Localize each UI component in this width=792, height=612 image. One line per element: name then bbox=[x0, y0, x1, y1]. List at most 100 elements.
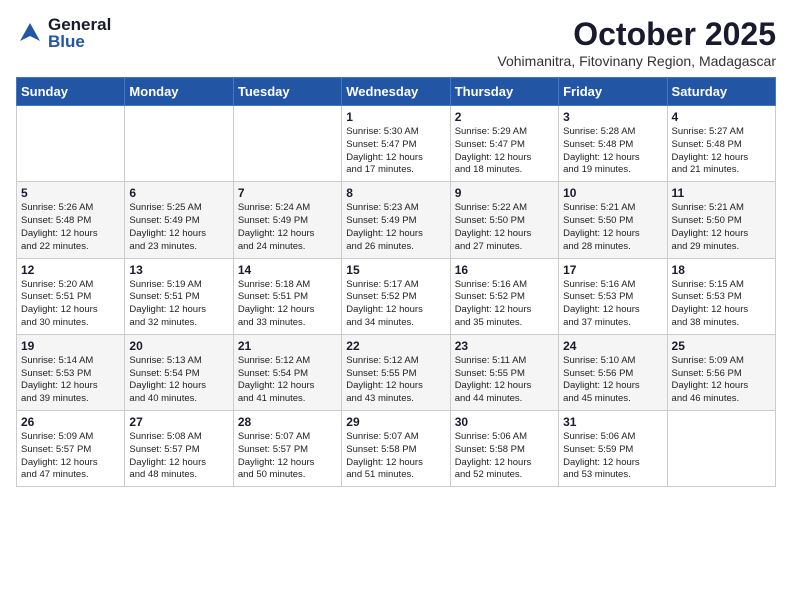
weekday-header-wednesday: Wednesday bbox=[342, 78, 450, 106]
day-info: Sunrise: 5:19 AM Sunset: 5:51 PM Dayligh… bbox=[129, 279, 228, 330]
day-info: Sunrise: 5:06 AM Sunset: 5:59 PM Dayligh… bbox=[563, 431, 662, 482]
day-number: 13 bbox=[129, 263, 228, 277]
day-info: Sunrise: 5:24 AM Sunset: 5:49 PM Dayligh… bbox=[238, 202, 337, 253]
weekday-header-friday: Friday bbox=[559, 78, 667, 106]
logo-general: General bbox=[48, 16, 111, 33]
day-number: 18 bbox=[672, 263, 771, 277]
weekday-header-sunday: Sunday bbox=[17, 78, 125, 106]
week-row-5: 26Sunrise: 5:09 AM Sunset: 5:57 PM Dayli… bbox=[17, 411, 776, 487]
day-info: Sunrise: 5:21 AM Sunset: 5:50 PM Dayligh… bbox=[563, 202, 662, 253]
day-info: Sunrise: 5:09 AM Sunset: 5:56 PM Dayligh… bbox=[672, 355, 771, 406]
day-info: Sunrise: 5:20 AM Sunset: 5:51 PM Dayligh… bbox=[21, 279, 120, 330]
day-number: 31 bbox=[563, 415, 662, 429]
day-number: 10 bbox=[563, 186, 662, 200]
day-info: Sunrise: 5:10 AM Sunset: 5:56 PM Dayligh… bbox=[563, 355, 662, 406]
day-cell: 12 Sunrise: 5:20 AM Sunset: 5:51 PM Dayli… bbox=[17, 258, 125, 334]
day-number: 2 bbox=[455, 110, 554, 124]
week-row-2: 5 Sunrise: 5:26 AM Sunset: 5:48 PM Daylig… bbox=[17, 182, 776, 258]
day-number: 28 bbox=[238, 415, 337, 429]
day-cell: 20 Sunrise: 5:13 AM Sunset: 5:54 PM Dayli… bbox=[125, 334, 233, 410]
day-info: Sunrise: 5:29 AM Sunset: 5:47 PM Dayligh… bbox=[455, 126, 554, 177]
day-info: Sunrise: 5:06 AM Sunset: 5:58 PM Dayligh… bbox=[455, 431, 554, 482]
day-number: 20 bbox=[129, 339, 228, 353]
day-info: Sunrise: 5:14 AM Sunset: 5:53 PM Dayligh… bbox=[21, 355, 120, 406]
day-cell bbox=[233, 106, 341, 182]
day-cell: 15 Sunrise: 5:17 AM Sunset: 5:52 PM Dayli… bbox=[342, 258, 450, 334]
day-info: Sunrise: 5:11 AM Sunset: 5:55 PM Dayligh… bbox=[455, 355, 554, 406]
day-number: 12 bbox=[21, 263, 120, 277]
day-info: Sunrise: 5:17 AM Sunset: 5:52 PM Dayligh… bbox=[346, 279, 445, 330]
day-cell: 22 Sunrise: 5:12 AM Sunset: 5:55 PM Dayli… bbox=[342, 334, 450, 410]
day-cell: 17Sunrise: 5:16 AM Sunset: 5:53 PM Dayli… bbox=[559, 258, 667, 334]
day-info: Sunrise: 5:23 AM Sunset: 5:49 PM Dayligh… bbox=[346, 202, 445, 253]
day-number: 30 bbox=[455, 415, 554, 429]
day-cell: 4Sunrise: 5:27 AM Sunset: 5:48 PM Daylig… bbox=[667, 106, 775, 182]
day-cell: 10 Sunrise: 5:21 AM Sunset: 5:50 PM Dayli… bbox=[559, 182, 667, 258]
day-info: Sunrise: 5:26 AM Sunset: 5:48 PM Dayligh… bbox=[21, 202, 120, 253]
day-cell: 6 Sunrise: 5:25 AM Sunset: 5:49 PM Daylig… bbox=[125, 182, 233, 258]
day-cell: 28Sunrise: 5:07 AM Sunset: 5:57 PM Dayli… bbox=[233, 411, 341, 487]
day-number: 17 bbox=[563, 263, 662, 277]
day-info: Sunrise: 5:12 AM Sunset: 5:55 PM Dayligh… bbox=[346, 355, 445, 406]
day-number: 19 bbox=[21, 339, 120, 353]
day-number: 15 bbox=[346, 263, 445, 277]
day-number: 9 bbox=[455, 186, 554, 200]
logo-blue: Blue bbox=[48, 33, 111, 50]
day-number: 5 bbox=[21, 186, 120, 200]
day-info: Sunrise: 5:28 AM Sunset: 5:48 PM Dayligh… bbox=[563, 126, 662, 177]
day-info: Sunrise: 5:22 AM Sunset: 5:50 PM Dayligh… bbox=[455, 202, 554, 253]
page-header: General Blue October 2025 Vohimanitra, F… bbox=[16, 16, 776, 69]
logo: General Blue bbox=[16, 16, 111, 50]
day-number: 25 bbox=[672, 339, 771, 353]
day-info: Sunrise: 5:18 AM Sunset: 5:51 PM Dayligh… bbox=[238, 279, 337, 330]
day-number: 11 bbox=[672, 186, 771, 200]
day-cell: 9 Sunrise: 5:22 AM Sunset: 5:50 PM Daylig… bbox=[450, 182, 558, 258]
day-number: 24 bbox=[563, 339, 662, 353]
day-number: 4 bbox=[672, 110, 771, 124]
day-number: 1 bbox=[346, 110, 445, 124]
weekday-header-thursday: Thursday bbox=[450, 78, 558, 106]
week-row-1: 1Sunrise: 5:30 AM Sunset: 5:47 PM Daylig… bbox=[17, 106, 776, 182]
day-info: Sunrise: 5:15 AM Sunset: 5:53 PM Dayligh… bbox=[672, 279, 771, 330]
day-number: 26 bbox=[21, 415, 120, 429]
day-number: 29 bbox=[346, 415, 445, 429]
day-cell: 18 Sunrise: 5:15 AM Sunset: 5:53 PM Dayli… bbox=[667, 258, 775, 334]
day-number: 21 bbox=[238, 339, 337, 353]
weekday-header-tuesday: Tuesday bbox=[233, 78, 341, 106]
day-number: 14 bbox=[238, 263, 337, 277]
day-cell: 21Sunrise: 5:12 AM Sunset: 5:54 PM Dayli… bbox=[233, 334, 341, 410]
weekday-header-monday: Monday bbox=[125, 78, 233, 106]
day-cell: 24 Sunrise: 5:10 AM Sunset: 5:56 PM Dayli… bbox=[559, 334, 667, 410]
logo-icon bbox=[16, 19, 44, 47]
day-info: Sunrise: 5:16 AM Sunset: 5:52 PM Dayligh… bbox=[455, 279, 554, 330]
day-cell: 13 Sunrise: 5:19 AM Sunset: 5:51 PM Dayli… bbox=[125, 258, 233, 334]
day-number: 6 bbox=[129, 186, 228, 200]
weekday-header-saturday: Saturday bbox=[667, 78, 775, 106]
day-cell: 5 Sunrise: 5:26 AM Sunset: 5:48 PM Daylig… bbox=[17, 182, 125, 258]
day-info: Sunrise: 5:07 AM Sunset: 5:58 PM Dayligh… bbox=[346, 431, 445, 482]
day-cell: 29 Sunrise: 5:07 AM Sunset: 5:58 PM Dayli… bbox=[342, 411, 450, 487]
day-cell: 31 Sunrise: 5:06 AM Sunset: 5:59 PM Dayli… bbox=[559, 411, 667, 487]
day-cell bbox=[125, 106, 233, 182]
day-number: 22 bbox=[346, 339, 445, 353]
day-cell: 2 Sunrise: 5:29 AM Sunset: 5:47 PM Daylig… bbox=[450, 106, 558, 182]
day-number: 16 bbox=[455, 263, 554, 277]
calendar-table: SundayMondayTuesdayWednesdayThursdayFrid… bbox=[16, 77, 776, 487]
day-info: Sunrise: 5:08 AM Sunset: 5:57 PM Dayligh… bbox=[129, 431, 228, 482]
day-cell: 19 Sunrise: 5:14 AM Sunset: 5:53 PM Dayli… bbox=[17, 334, 125, 410]
day-cell: 25 Sunrise: 5:09 AM Sunset: 5:56 PM Dayli… bbox=[667, 334, 775, 410]
day-cell: 27Sunrise: 5:08 AM Sunset: 5:57 PM Dayli… bbox=[125, 411, 233, 487]
day-number: 3 bbox=[563, 110, 662, 124]
weekday-header-row: SundayMondayTuesdayWednesdayThursdayFrid… bbox=[17, 78, 776, 106]
day-number: 7 bbox=[238, 186, 337, 200]
location-title: Vohimanitra, Fitovinany Region, Madagasc… bbox=[497, 53, 776, 69]
day-cell: 14 Sunrise: 5:18 AM Sunset: 5:51 PM Dayli… bbox=[233, 258, 341, 334]
logo-text: General Blue bbox=[48, 16, 111, 50]
day-cell: 3 Sunrise: 5:28 AM Sunset: 5:48 PM Daylig… bbox=[559, 106, 667, 182]
week-row-3: 12 Sunrise: 5:20 AM Sunset: 5:51 PM Dayli… bbox=[17, 258, 776, 334]
day-info: Sunrise: 5:13 AM Sunset: 5:54 PM Dayligh… bbox=[129, 355, 228, 406]
day-info: Sunrise: 5:25 AM Sunset: 5:49 PM Dayligh… bbox=[129, 202, 228, 253]
title-section: October 2025 Vohimanitra, Fitovinany Reg… bbox=[497, 16, 776, 69]
day-info: Sunrise: 5:21 AM Sunset: 5:50 PM Dayligh… bbox=[672, 202, 771, 253]
day-cell: 1Sunrise: 5:30 AM Sunset: 5:47 PM Daylig… bbox=[342, 106, 450, 182]
